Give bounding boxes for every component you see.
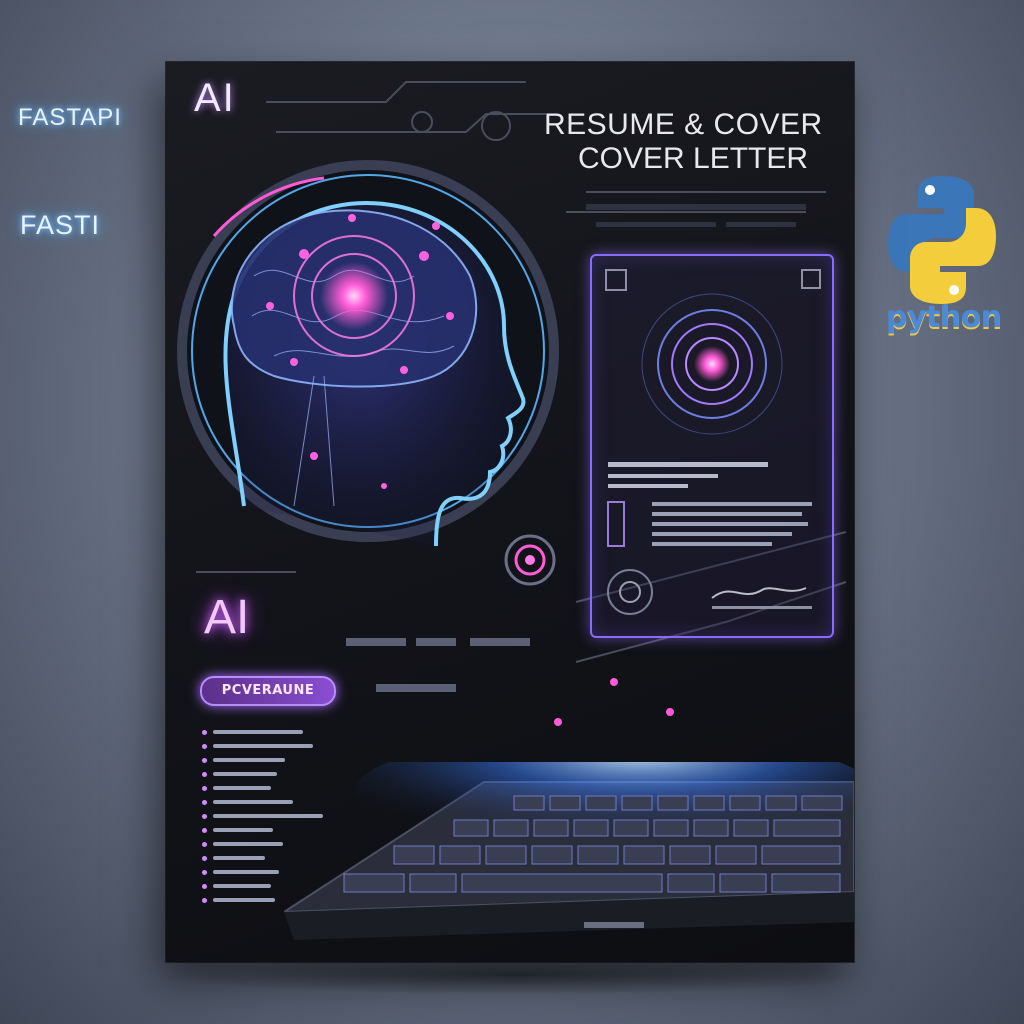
fastapi-label: FASTAPI [18,104,122,131]
feature-pill: PCVERAUNE [200,676,336,706]
python-wordmark: python [886,300,1002,335]
ai-mid-label: AI [204,591,250,644]
document-preview-panel [590,254,834,638]
data-spikes [515,642,755,782]
laptop-keyboard-icon [284,762,854,940]
fasti-label: FASTI [20,210,101,240]
title-line-1: RESUME & COVER [544,108,823,141]
poster: AI RESUME & COVER COVER LETTER AI PCVERA… [166,62,854,962]
brain-head-hologram-icon [177,160,559,547]
list-item [202,726,323,738]
list-item [202,740,323,752]
document-preview-icon [605,269,821,615]
target-rings-icon [504,534,556,586]
poster-title: RESUME & COVER COVER LETTER [544,108,844,176]
title-line-2: COVER LETTER [578,142,809,175]
